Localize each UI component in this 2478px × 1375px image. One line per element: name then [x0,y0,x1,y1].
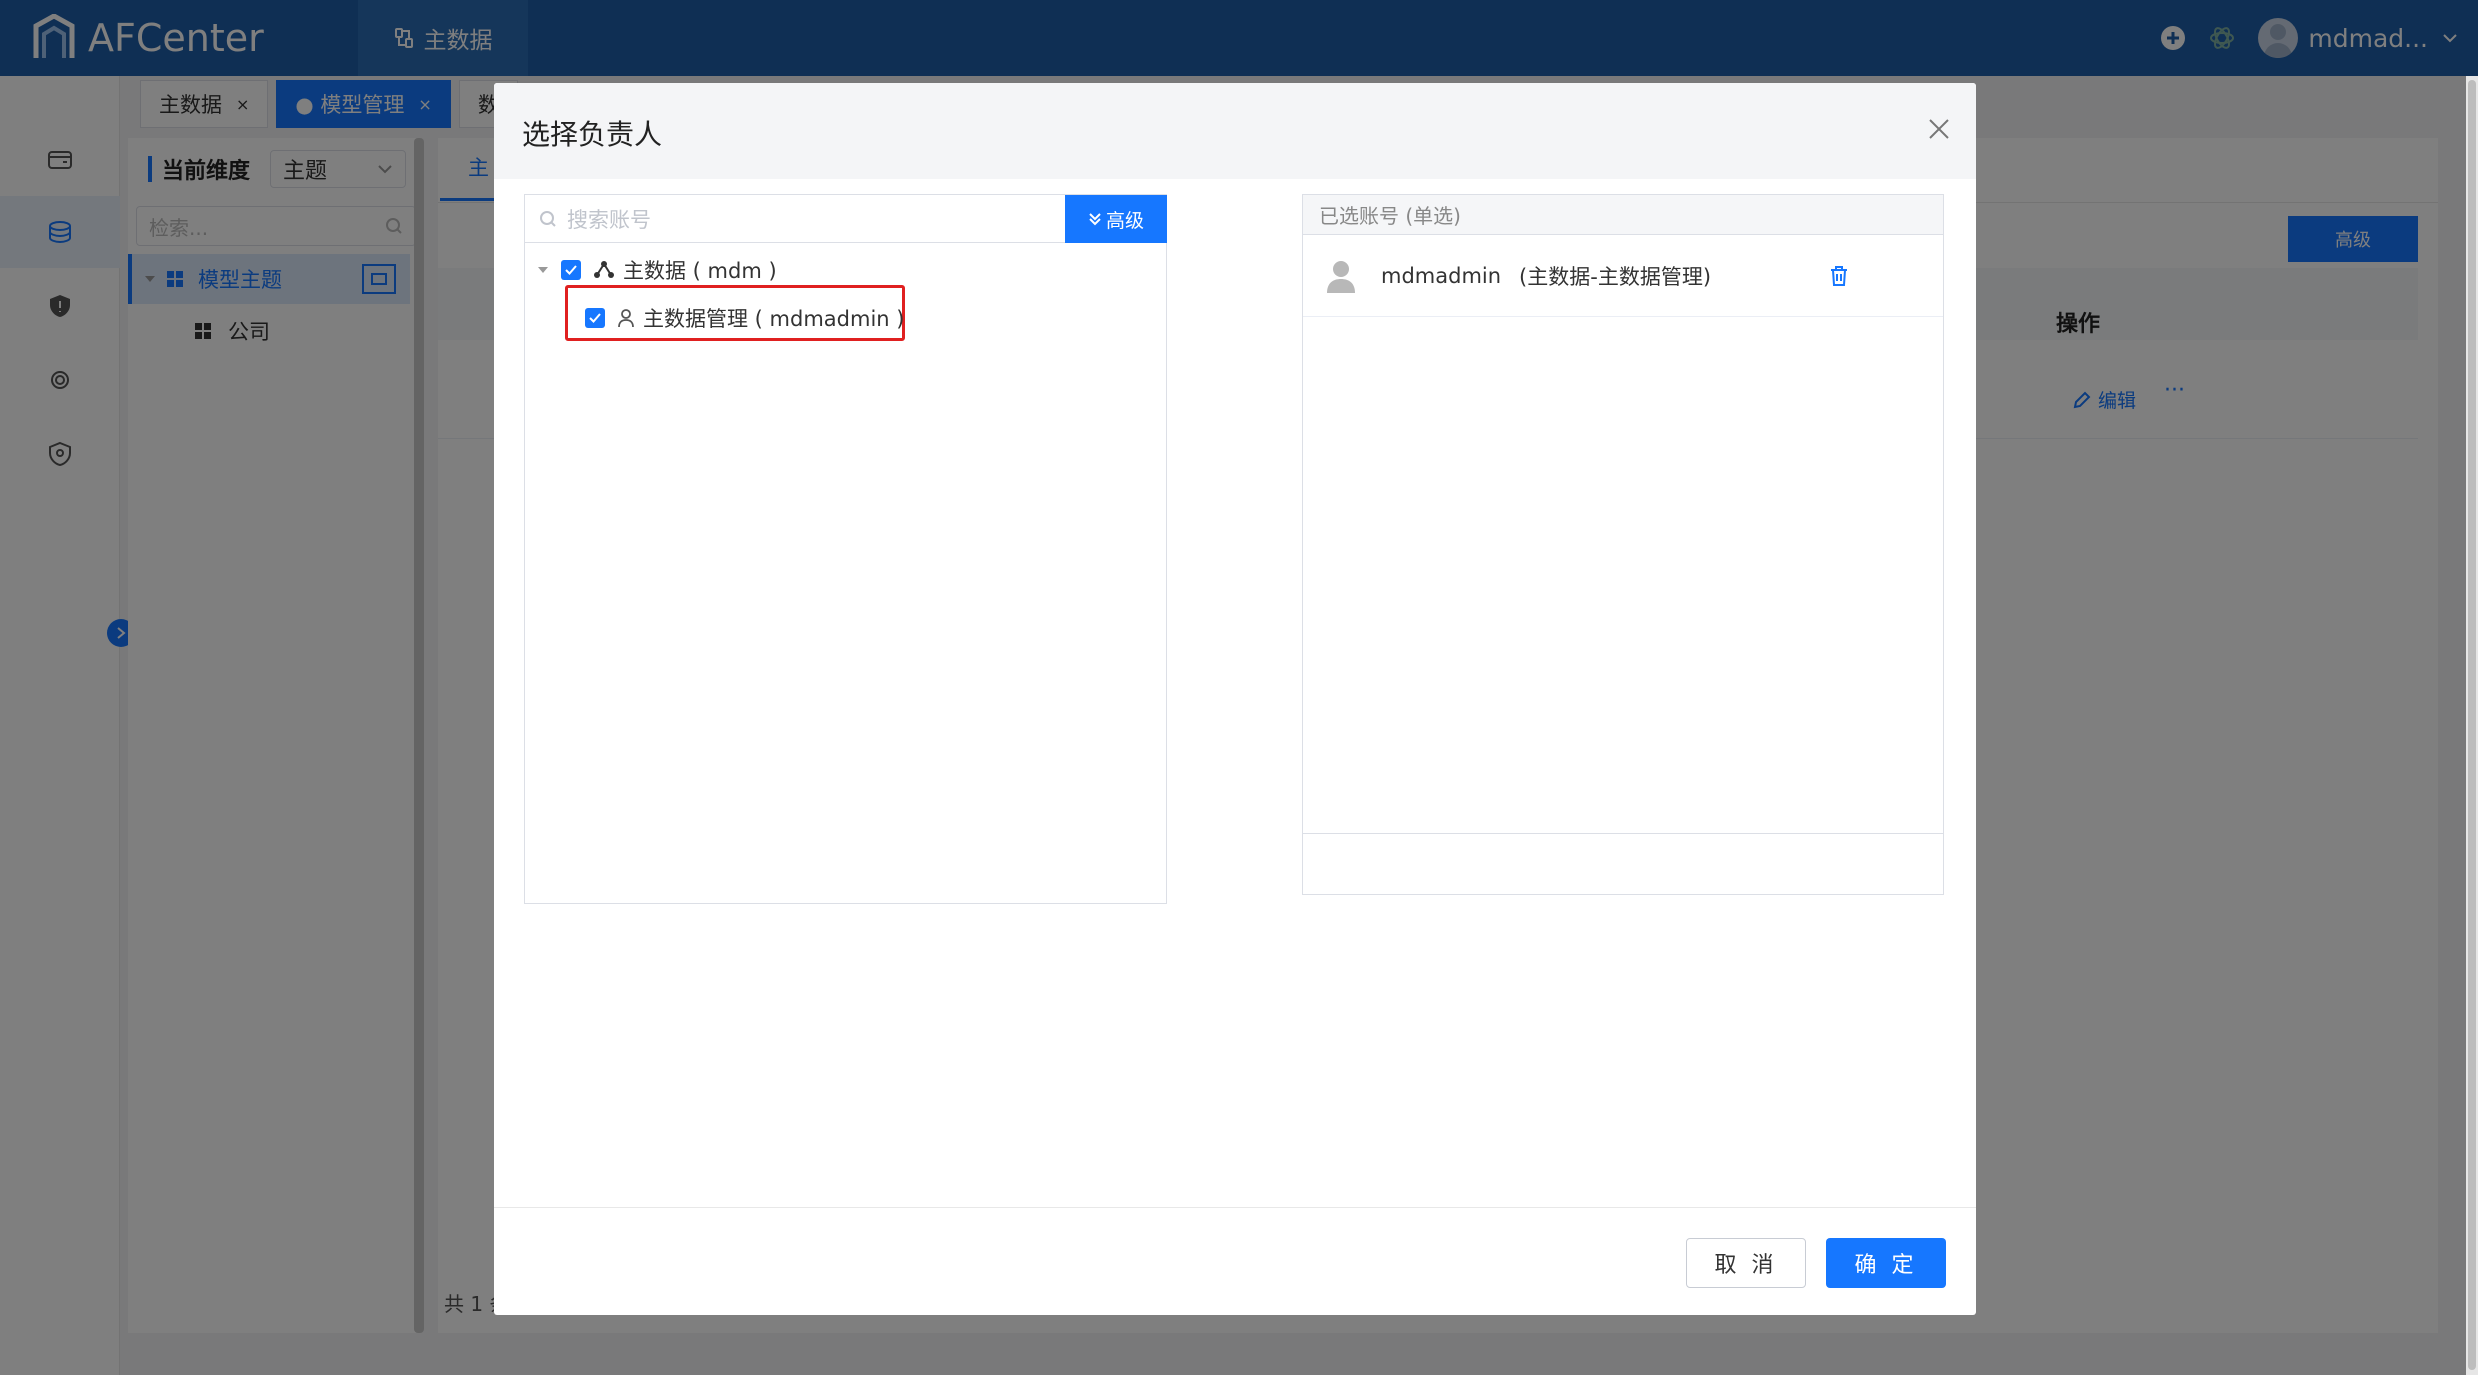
selected-panel-footer-divider [1303,833,1943,834]
cancel-button[interactable]: 取 消 [1686,1238,1806,1288]
double-chevron-down-icon [1089,213,1101,226]
tree-node-user[interactable]: 主数据管理 ( mdmadmin ) [585,303,904,333]
user-checkbox[interactable] [585,308,605,328]
user-icon [618,309,634,328]
close-icon [1929,119,1949,139]
select-owner-dialog: 选择负责人 搜索账号 高级 主数据 ( mdm ) 主数据管理 (mdmadm… [494,83,1976,1315]
ok-button[interactable]: 确 定 [1826,1238,1946,1288]
tree-node-org[interactable]: 主数据 ( mdm ) [537,255,777,285]
selected-account-name: mdmadmin [1381,263,1502,288]
dialog-footer-divider [494,1207,1976,1208]
dialog-header: 选择负责人 [494,83,1976,179]
check-icon [589,313,601,323]
search-placeholder: 搜索账号 [567,207,651,232]
check-icon [565,265,577,275]
selected-account-detail: (主数据-主数据管理) [1519,264,1712,289]
selected-header-label: 已选账号 (单选) [1319,204,1461,228]
dialog-close-button[interactable] [1919,109,1959,149]
account-tree-panel: 搜索账号 高级 主数据 ( mdm ) 主数据管理 ( mdmadmin) [524,194,1167,904]
caret-down-icon[interactable] [537,266,549,274]
org-checkbox[interactable] [561,260,581,280]
user-label: 主数据管理 ( mdmadmin ) [643,307,905,331]
org-label: 主数据 ( mdm ) [623,259,777,283]
org-structure-icon [594,261,614,278]
selected-account-row: mdmadmin (主数据-主数据管理) [1303,235,1943,317]
account-search-input[interactable]: 搜索账号 [525,195,1065,243]
search-icon [540,210,556,227]
advanced-search-button[interactable]: 高级 [1065,195,1167,243]
window-scrollbar[interactable] [2466,76,2478,1375]
selected-header: 已选账号 (单选) [1303,195,1943,235]
person-icon [1327,260,1355,293]
dialog-title: 选择负责人 [522,118,663,151]
trash-icon[interactable] [1829,265,1849,287]
advanced-label: 高级 [1105,209,1144,232]
selected-accounts-panel: 已选账号 (单选) mdmadmin (主数据-主数据管理) [1302,194,1944,895]
